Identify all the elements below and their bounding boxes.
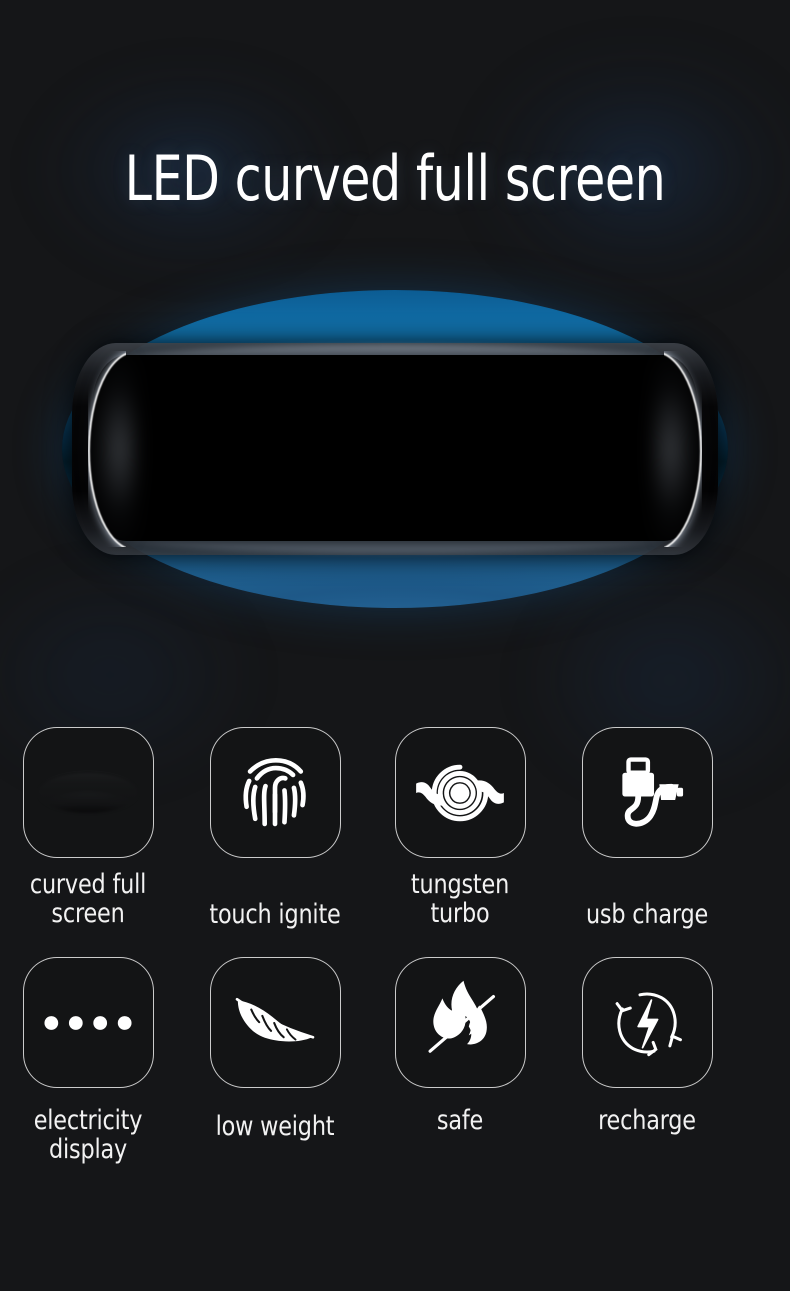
feature-row: electricity display low weight safe rech… — [0, 942, 790, 1172]
feather-icon — [209, 957, 341, 1088]
feature-label: low weight — [215, 1111, 335, 1142]
hero-product-image — [0, 265, 790, 625]
feature-item-electricity-display[interactable]: electricity display — [0, 942, 181, 1164]
curved-screen-icon — [22, 727, 154, 858]
usb-cable-icon — [581, 727, 713, 858]
page-title: LED curved full screen — [124, 142, 666, 215]
feature-item-usb-charge[interactable]: usb charge — [554, 712, 740, 929]
feature-label: curved full screen — [29, 869, 147, 930]
flame-no-fire-icon — [394, 957, 526, 1088]
feature-item-touch-ignite[interactable]: touch ignite — [182, 712, 368, 929]
feature-grid: curved full screen touch ignite tungsten… — [0, 712, 790, 1172]
feature-label: recharge — [598, 1105, 696, 1136]
feature-item-low-weight[interactable]: low weight — [182, 942, 368, 1141]
feature-label: touch ignite — [209, 899, 341, 930]
feature-label: tungsten turbo — [410, 869, 510, 930]
feature-item-recharge[interactable]: recharge — [554, 942, 740, 1135]
product-screen — [92, 355, 698, 541]
product-marketing-page: LED curved full screen curved full scree… — [0, 0, 790, 1291]
feature-item-tungsten-turbo[interactable]: tungsten turbo — [367, 712, 553, 928]
fingerprint-icon — [209, 727, 341, 858]
battery-dots-icon — [22, 957, 154, 1088]
feature-item-curved-full-screen[interactable]: curved full screen — [0, 712, 181, 928]
coil-spiral-icon — [394, 727, 526, 858]
feature-row: curved full screen touch ignite tungsten… — [0, 712, 790, 942]
feature-item-safe[interactable]: safe — [367, 942, 553, 1135]
recharge-loop-icon — [581, 957, 713, 1088]
feature-label: electricity display — [33, 1105, 143, 1166]
feature-label: usb charge — [585, 899, 709, 930]
feature-label: safe — [436, 1105, 484, 1136]
